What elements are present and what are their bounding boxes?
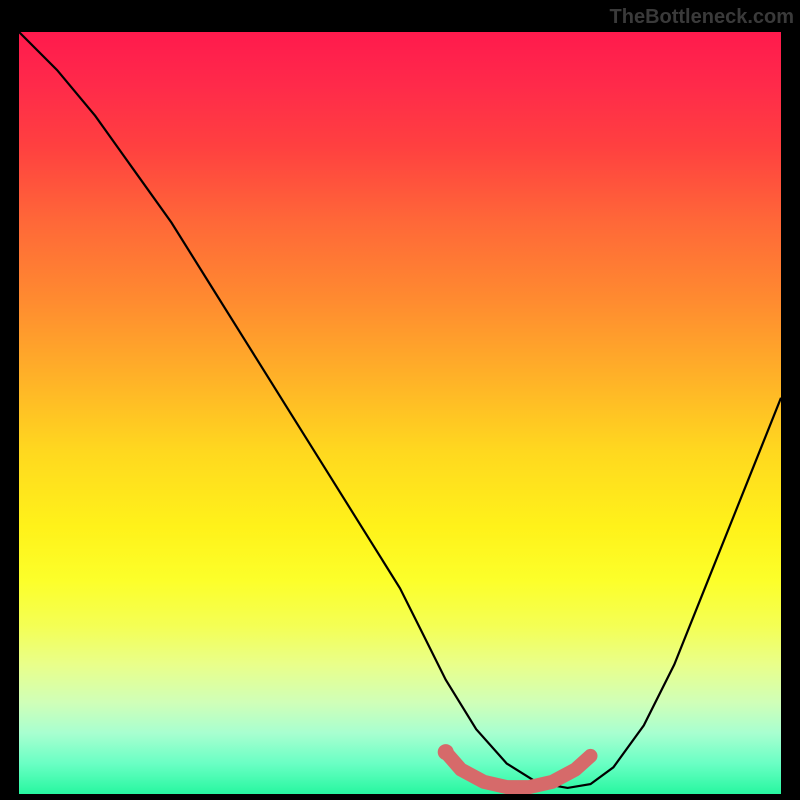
watermark-text: TheBottleneck.com (610, 6, 794, 29)
bottleneck-curve (19, 32, 781, 788)
chart-svg (19, 32, 781, 794)
optimal-start-dot (438, 744, 454, 760)
chart-area (19, 32, 781, 794)
